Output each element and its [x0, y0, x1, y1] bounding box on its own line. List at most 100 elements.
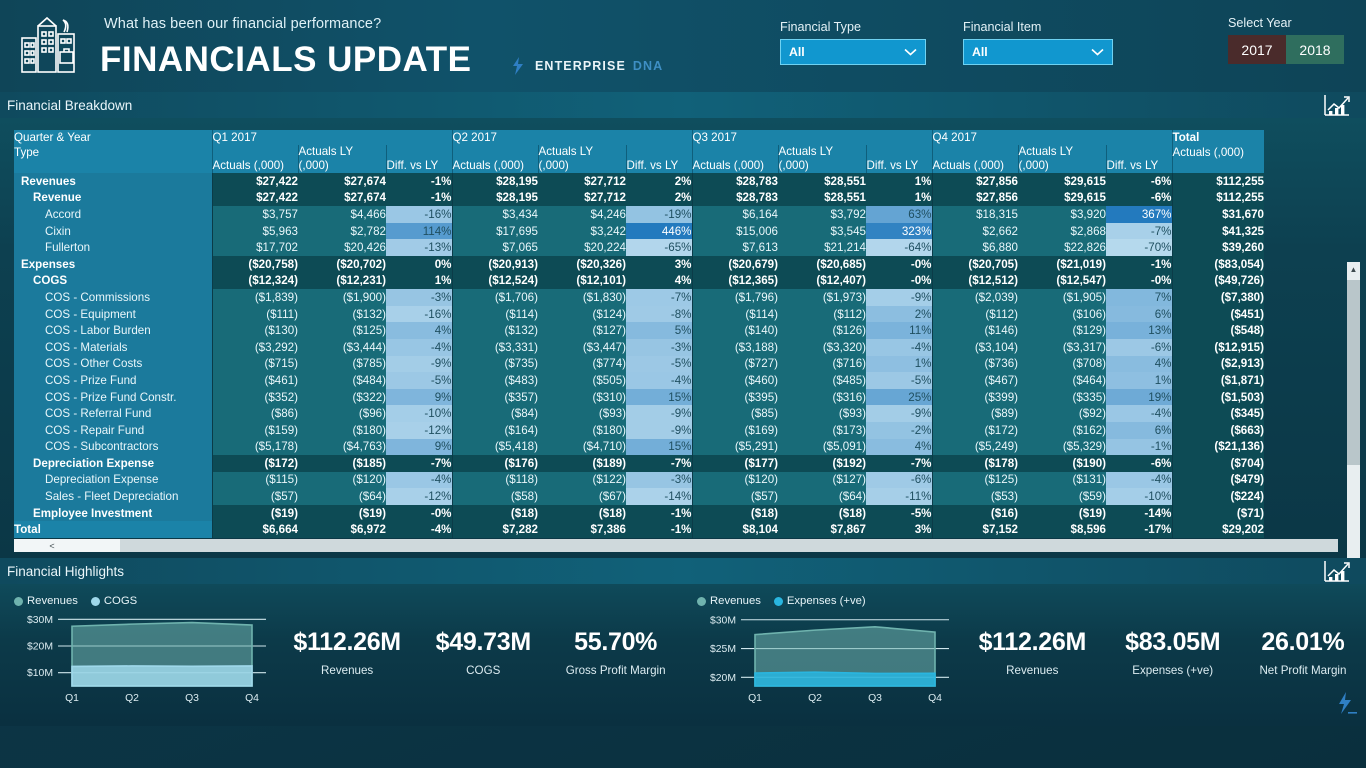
cell-actuals-ly[interactable]: ($5,329): [1018, 438, 1106, 456]
cell-actuals-ly[interactable]: ($126): [778, 322, 866, 339]
table-row[interactable]: COGS ($12,324) ($12,231) 1% ($12,524) ($12,10…: [14, 272, 1264, 290]
table-row[interactable]: COS - Prize Fund Constr. ($352) ($322) 9% ($…: [14, 388, 1264, 406]
cell-total[interactable]: ($49,726): [1171, 272, 1264, 290]
cell-actuals-ly[interactable]: ($1,905): [1018, 289, 1106, 306]
cell-actuals[interactable]: ($2,039): [931, 289, 1018, 306]
cell-actuals-ly[interactable]: $3,920: [1018, 206, 1106, 223]
cell-diff-vs-ly[interactable]: -5%: [626, 355, 692, 373]
cell-diff-vs-ly[interactable]: 4%: [1106, 355, 1172, 373]
cell-actuals[interactable]: $28,195: [451, 173, 538, 190]
cell-actuals[interactable]: $15,006: [691, 222, 778, 240]
cell-actuals[interactable]: ($5,291): [691, 438, 778, 456]
cell-actuals[interactable]: ($357): [451, 388, 538, 406]
cell-diff-vs-ly[interactable]: 15%: [626, 438, 692, 456]
cell-actuals-ly[interactable]: ($3,320): [778, 338, 866, 356]
row-label[interactable]: Employee Investment: [14, 504, 212, 522]
cell-total[interactable]: ($345): [1171, 405, 1264, 422]
cell-actuals[interactable]: ($178): [931, 455, 1018, 472]
cell-actuals[interactable]: ($112): [931, 305, 1018, 323]
cell-actuals[interactable]: ($169): [691, 421, 778, 439]
cell-diff-vs-ly[interactable]: -9%: [866, 289, 932, 306]
cell-actuals[interactable]: $5,963: [211, 222, 298, 240]
cell-actuals[interactable]: ($352): [211, 388, 298, 406]
cell-diff-vs-ly[interactable]: 7%: [1106, 289, 1172, 306]
cell-actuals[interactable]: ($5,249): [931, 438, 1018, 456]
table-row[interactable]: Employee Investment ($19) ($19) -0% ($18) ($1…: [14, 504, 1264, 522]
cell-actuals-ly[interactable]: ($3,444): [298, 338, 386, 356]
cell-actuals[interactable]: ($395): [691, 388, 778, 406]
table-row[interactable]: COS - Referral Fund ($86) ($96) -10% ($84) ($…: [14, 405, 1264, 422]
cell-actuals-ly[interactable]: ($1,830): [538, 289, 626, 306]
cell-actuals[interactable]: ($18): [691, 504, 778, 522]
cell-actuals[interactable]: ($130): [211, 322, 298, 339]
cell-diff-vs-ly[interactable]: -1%: [386, 189, 452, 207]
row-label[interactable]: Revenue: [14, 189, 212, 207]
row-label[interactable]: COS - Other Costs: [14, 355, 212, 373]
cell-actuals-ly[interactable]: ($4,763): [298, 438, 386, 456]
cell-diff-vs-ly[interactable]: -7%: [866, 455, 932, 472]
cell-actuals-ly[interactable]: $28,551: [778, 173, 866, 190]
cell-diff-vs-ly[interactable]: 11%: [866, 322, 932, 339]
cell-actuals-ly[interactable]: ($106): [1018, 305, 1106, 323]
cell-diff-vs-ly[interactable]: -4%: [386, 338, 452, 356]
table-row[interactable]: Depreciation Expense ($172) ($185) -7% ($176…: [14, 455, 1264, 472]
row-label[interactable]: Cixin: [14, 222, 212, 240]
cell-actuals[interactable]: ($114): [691, 305, 778, 323]
cell-diff-vs-ly[interactable]: -6%: [866, 471, 932, 489]
cell-diff-vs-ly[interactable]: 19%: [1106, 388, 1172, 406]
cell-actuals[interactable]: $7,613: [691, 239, 778, 256]
cell-actuals-ly[interactable]: $28,551: [778, 189, 866, 207]
cell-actuals-ly[interactable]: $4,246: [538, 206, 626, 223]
cell-actuals-ly[interactable]: ($64): [298, 488, 386, 505]
cell-diff-vs-ly[interactable]: 114%: [386, 222, 452, 240]
cell-total[interactable]: ($224): [1171, 488, 1264, 505]
cell-actuals-ly[interactable]: ($131): [1018, 471, 1106, 489]
cell-actuals[interactable]: ($159): [211, 421, 298, 439]
cell-diff-vs-ly[interactable]: 1%: [866, 355, 932, 373]
cell-actuals[interactable]: ($89): [931, 405, 1018, 422]
cell-actuals-ly[interactable]: ($464): [1018, 372, 1106, 389]
cell-actuals[interactable]: ($735): [451, 355, 538, 373]
cell-actuals[interactable]: $3,757: [211, 206, 298, 223]
cell-actuals-ly[interactable]: ($120): [298, 471, 386, 489]
quarter-header-q3[interactable]: Q3 2017: [691, 130, 932, 145]
cell-diff-vs-ly[interactable]: -8%: [626, 305, 692, 323]
cell-actuals-ly[interactable]: ($20,685): [778, 255, 866, 273]
cell-total[interactable]: $112,255: [1171, 173, 1264, 190]
row-label[interactable]: Accord: [14, 206, 212, 223]
cell-actuals-ly[interactable]: ($19): [1018, 504, 1106, 522]
row-label[interactable]: COS - Labor Burden: [14, 322, 212, 339]
cell-diff-vs-ly[interactable]: -0%: [866, 272, 932, 290]
table-row[interactable]: Revenues $27,422 $27,674 -1% $28,195 $27,712 2…: [14, 173, 1264, 190]
cell-diff-vs-ly[interactable]: -3%: [626, 471, 692, 489]
cell-diff-vs-ly[interactable]: -6%: [1106, 455, 1172, 472]
cell-diff-vs-ly[interactable]: -6%: [1106, 338, 1172, 356]
cell-actuals[interactable]: ($736): [931, 355, 1018, 373]
table-row[interactable]: COS - Prize Fund ($461) ($484) -5% ($483) ($5…: [14, 372, 1264, 389]
cell-diff-vs-ly[interactable]: 5%: [626, 322, 692, 339]
row-label[interactable]: COS - Prize Fund: [14, 372, 212, 389]
subheader-diff-vs-ly-q1[interactable]: Diff. vs LY: [385, 145, 452, 173]
cell-actuals[interactable]: ($1,796): [691, 289, 778, 306]
cell-diff-vs-ly[interactable]: -7%: [1106, 222, 1172, 240]
cell-diff-vs-ly[interactable]: 13%: [1106, 322, 1172, 339]
cell-diff-vs-ly[interactable]: -0%: [1106, 272, 1172, 290]
table-row[interactable]: COS - Commissions ($1,839) ($1,900) -3% ($1,…: [14, 289, 1264, 306]
subheader-diff-vs-ly-q3[interactable]: Diff. vs LY: [865, 145, 932, 173]
cell-actuals-ly[interactable]: ($67): [538, 488, 626, 505]
cell-diff-vs-ly[interactable]: -4%: [626, 372, 692, 389]
cell-diff-vs-ly[interactable]: 367%: [1106, 206, 1172, 223]
table-row[interactable]: COS - Equipment ($111) ($132) -16% ($114) ($1…: [14, 305, 1264, 323]
cell-diff-vs-ly[interactable]: 2%: [626, 173, 692, 190]
cell-actuals-ly[interactable]: $21,214: [778, 239, 866, 256]
cell-actuals[interactable]: ($1,839): [211, 289, 298, 306]
legend-item-revenues[interactable]: Revenues: [14, 595, 78, 607]
cell-actuals-ly[interactable]: ($180): [298, 421, 386, 439]
cell-actuals[interactable]: ($58): [451, 488, 538, 505]
cell-actuals[interactable]: $3,434: [451, 206, 538, 223]
scroll-left-icon[interactable]: <: [44, 539, 60, 552]
cell-total[interactable]: ($451): [1171, 305, 1264, 323]
matrix-horizontal-scrollbar[interactable]: <: [14, 539, 1338, 552]
row-label[interactable]: COS - Equipment: [14, 305, 212, 323]
cell-total[interactable]: ($663): [1171, 421, 1264, 439]
